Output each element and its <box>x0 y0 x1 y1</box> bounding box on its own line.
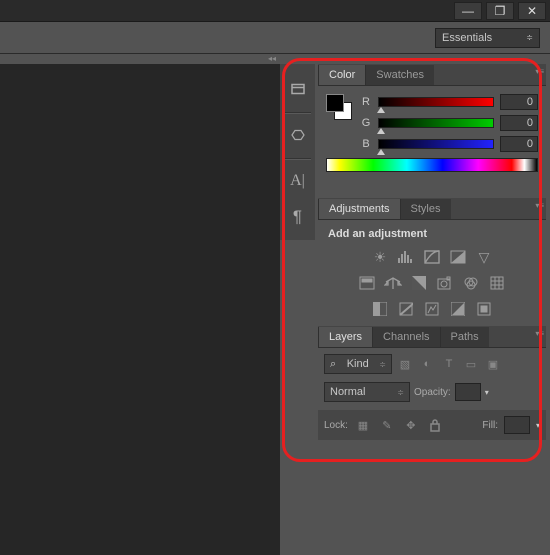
gradient-map-icon[interactable] <box>448 300 468 318</box>
green-slider[interactable] <box>378 118 494 128</box>
tab-layers[interactable]: Layers <box>318 327 372 347</box>
document-area: ◂◂ <box>0 54 280 555</box>
selective-color-icon[interactable] <box>474 300 494 318</box>
canvas-top-strip: ◂◂ <box>0 54 280 64</box>
properties-panel-icon[interactable] <box>283 122 313 148</box>
filter-adjustment-icon[interactable]: ◐ <box>418 355 436 373</box>
blend-mode-label: Normal <box>330 386 365 398</box>
kind-label: Kind <box>347 358 369 370</box>
adjustments-title: Add an adjustment <box>328 228 540 240</box>
workspace-label: Essentials <box>442 32 492 44</box>
curves-icon[interactable] <box>422 248 442 266</box>
lock-transparency-icon[interactable]: ▦ <box>354 416 372 434</box>
vibrance-icon[interactable]: ▽ <box>474 248 494 266</box>
dropdown-arrow-icon: ≑ <box>526 33 533 42</box>
fill-label: Fill: <box>482 420 498 431</box>
layers-panel: ⌕ Kind ≑ ▧ ◐ T ▭ ▣ Normal ≑ Opacity: ▾ L… <box>318 348 546 478</box>
foreground-color-swatch[interactable] <box>326 94 344 112</box>
adjustments-panel-tabs: Adjustments Styles ▾≡ <box>318 198 546 220</box>
character-panel-icon[interactable]: A| <box>283 168 313 194</box>
panel-menu-icon[interactable]: ▾≡ <box>535 201 544 210</box>
layers-panel-tabs: Layers Channels Paths ▾≡ <box>318 326 546 348</box>
red-label: R <box>360 96 372 108</box>
tab-styles[interactable]: Styles <box>400 199 451 219</box>
adjustments-panel: Add an adjustment ☀ ▽ <box>318 220 546 326</box>
color-lookup-icon[interactable] <box>487 274 507 292</box>
workspace-dropdown[interactable]: Essentials ≑ <box>435 28 540 48</box>
channel-mixer-icon[interactable] <box>461 274 481 292</box>
lock-label: Lock: <box>324 420 348 431</box>
maximize-button[interactable]: ❐ <box>486 2 514 20</box>
tab-swatches[interactable]: Swatches <box>365 65 434 85</box>
green-label: G <box>360 117 372 129</box>
lock-all-icon[interactable] <box>426 416 444 434</box>
opacity-flyout-icon[interactable]: ▾ <box>485 388 489 397</box>
panel-menu-icon[interactable]: ▾≡ <box>535 329 544 338</box>
green-slider-row: G 0 <box>360 115 538 131</box>
opacity-input[interactable] <box>455 383 481 401</box>
opacity-label: Opacity: <box>414 387 451 398</box>
tab-adjustments[interactable]: Adjustments <box>318 199 400 219</box>
minimize-button[interactable]: — <box>454 2 482 20</box>
collapse-panels-icon[interactable]: ◂◂ <box>268 54 276 63</box>
posterize-icon[interactable] <box>396 300 416 318</box>
filter-pixel-icon[interactable]: ▧ <box>396 355 414 373</box>
close-button[interactable]: ✕ <box>518 2 546 20</box>
filter-shape-icon[interactable]: ▭ <box>462 355 480 373</box>
blend-mode-dropdown[interactable]: Normal ≑ <box>324 382 410 402</box>
red-slider-row: R 0 <box>360 94 538 110</box>
filter-type-icon[interactable]: T <box>440 355 458 373</box>
hue-saturation-icon[interactable] <box>357 274 377 292</box>
blue-label: B <box>360 138 372 150</box>
color-panel-tabs: Color Swatches ▾≡ <box>318 64 546 86</box>
paragraph-panel-icon[interactable]: ¶ <box>283 204 313 230</box>
invert-icon[interactable] <box>370 300 390 318</box>
blue-slider-row: B 0 <box>360 136 538 152</box>
tab-channels[interactable]: Channels <box>372 327 439 347</box>
window-titlebar: — ❐ ✕ <box>0 0 550 22</box>
history-panel-icon[interactable] <box>283 76 313 102</box>
photo-filter-icon[interactable] <box>435 274 455 292</box>
collapsed-panel-rail: A| ¶ <box>280 64 315 240</box>
levels-icon[interactable] <box>396 248 416 266</box>
panel-menu-icon[interactable]: ▾≡ <box>535 67 544 76</box>
search-icon: ⌕ <box>330 358 336 371</box>
brightness-contrast-icon[interactable]: ☀ <box>370 248 390 266</box>
blue-slider[interactable] <box>378 139 494 149</box>
filter-smart-icon[interactable]: ▣ <box>484 355 502 373</box>
foreground-background-swatch[interactable] <box>326 94 352 120</box>
lock-position-icon[interactable]: ✥ <box>402 416 420 434</box>
color-spectrum[interactable] <box>326 158 538 172</box>
color-balance-icon[interactable] <box>383 274 403 292</box>
fill-input[interactable] <box>504 416 530 434</box>
blue-value[interactable]: 0 <box>500 136 538 152</box>
lock-image-icon[interactable]: ✎ <box>378 416 396 434</box>
tab-color[interactable]: Color <box>318 65 365 85</box>
dropdown-arrow-icon: ≑ <box>397 388 404 397</box>
color-panel: R 0 G 0 B 0 <box>318 86 546 198</box>
red-slider[interactable] <box>378 97 494 107</box>
black-white-icon[interactable] <box>409 274 429 292</box>
fill-flyout-icon[interactable]: ▾ <box>536 421 540 430</box>
options-bar: Essentials ≑ <box>0 22 550 54</box>
exposure-icon[interactable] <box>448 248 468 266</box>
tab-paths[interactable]: Paths <box>440 327 489 347</box>
layer-filter-kind-dropdown[interactable]: ⌕ Kind ≑ <box>324 354 392 374</box>
red-value[interactable]: 0 <box>500 94 538 110</box>
threshold-icon[interactable] <box>422 300 442 318</box>
green-value[interactable]: 0 <box>500 115 538 131</box>
dropdown-arrow-icon: ≑ <box>379 360 386 369</box>
right-panel-stack: Color Swatches ▾≡ R 0 G 0 B 0 <box>318 64 546 478</box>
